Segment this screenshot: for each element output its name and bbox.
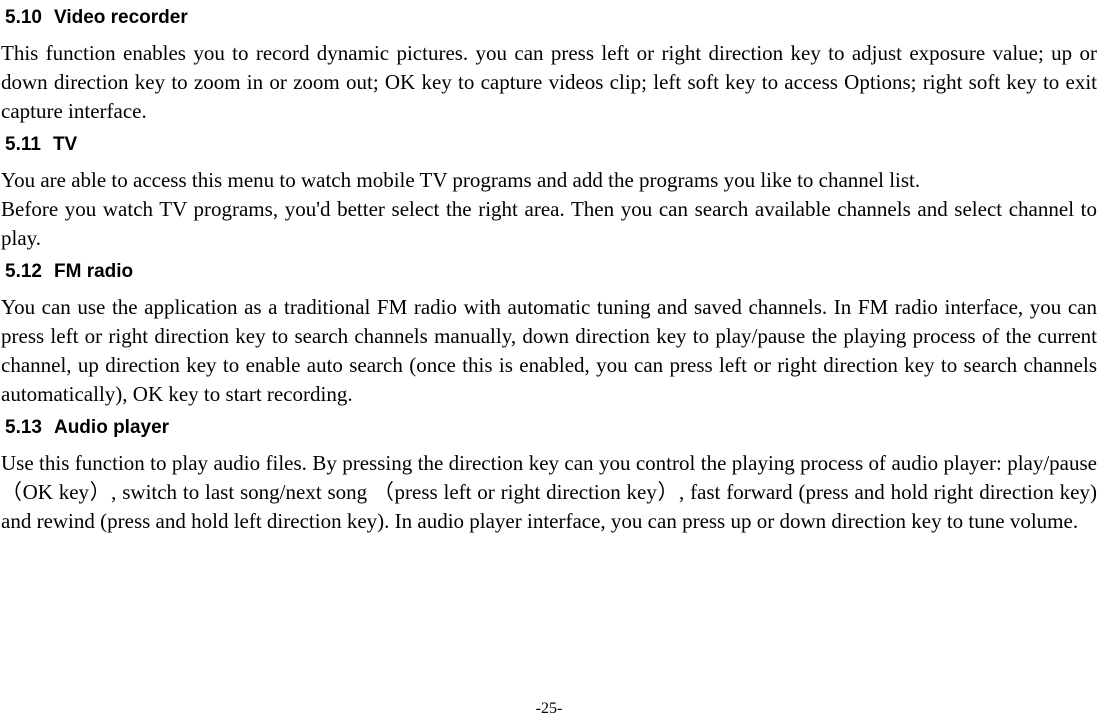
section-body-511a: You are able to access this menu to watc… bbox=[1, 166, 1097, 195]
section-number: 5.13 bbox=[5, 417, 42, 439]
section-body-512: You can use the application as a traditi… bbox=[1, 293, 1097, 409]
section-title: TV bbox=[53, 134, 77, 155]
section-body-510: This function enables you to record dyna… bbox=[1, 39, 1097, 126]
section-number: 5.10 bbox=[5, 7, 42, 29]
page-footer: -25- bbox=[0, 700, 1098, 718]
section-heading-510: 5.10 Video recorder bbox=[0, 7, 1098, 29]
section-title: FM radio bbox=[54, 261, 133, 282]
section-heading-513: 5.13 Audio player bbox=[0, 417, 1098, 439]
section-heading-511: 5.11 TV bbox=[0, 134, 1098, 156]
section-heading-512: 5.12 FM radio bbox=[0, 261, 1098, 283]
document-page: 5.10 Video recorder This function enables… bbox=[0, 0, 1098, 536]
section-title: Audio player bbox=[54, 417, 169, 438]
section-title: Video recorder bbox=[54, 7, 188, 28]
section-number: 5.12 bbox=[5, 261, 42, 283]
page-number: -25- bbox=[536, 700, 563, 717]
section-body-513: Use this function to play audio files. B… bbox=[1, 449, 1097, 536]
section-number: 5.11 bbox=[5, 134, 41, 156]
section-body-511b: Before you watch TV programs, you'd bett… bbox=[1, 195, 1097, 253]
